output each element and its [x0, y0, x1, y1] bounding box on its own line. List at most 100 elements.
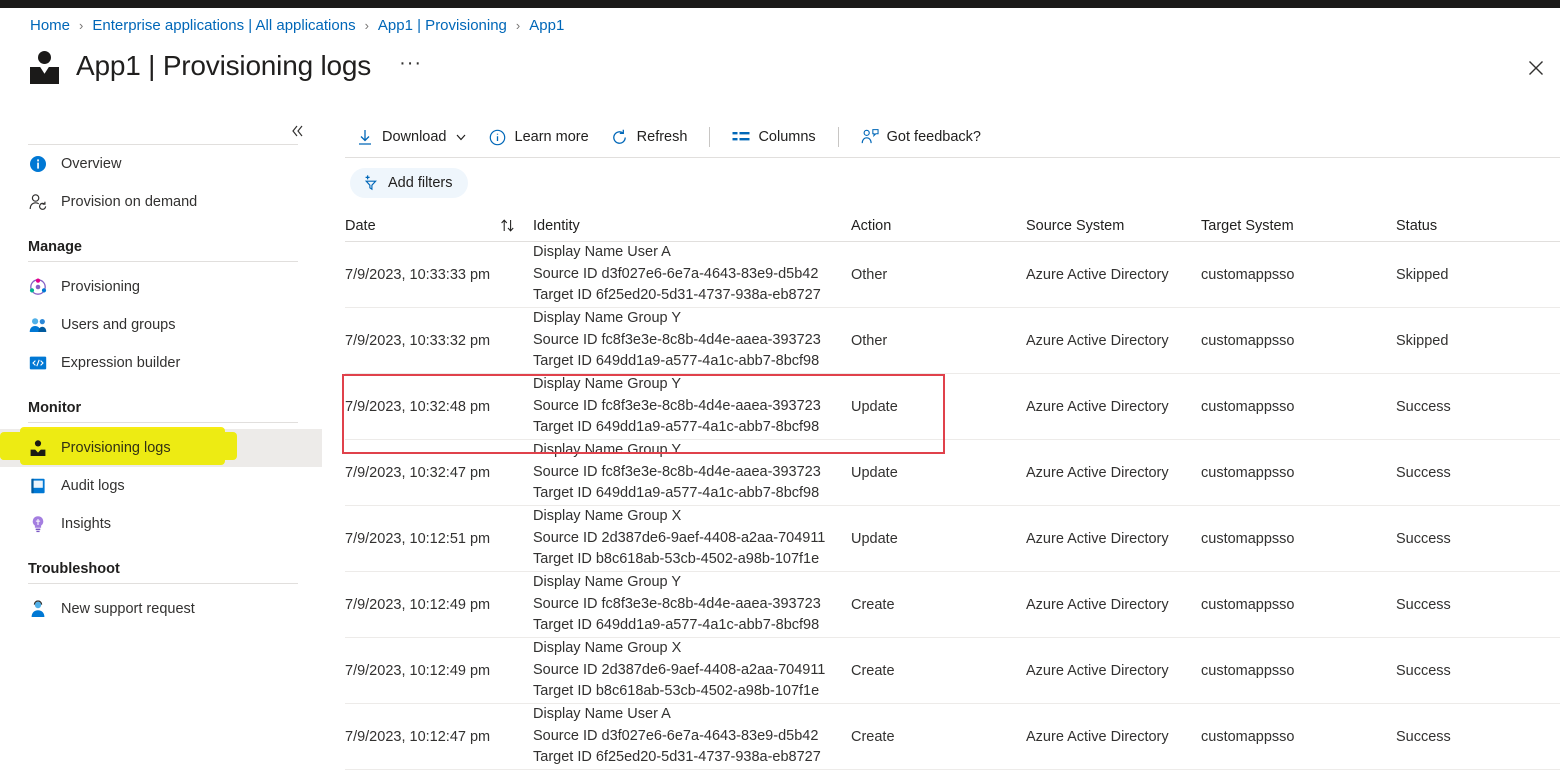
cell-source-system: Azure Active Directory	[1026, 332, 1169, 349]
table-row[interactable]: 7/9/2023, 10:12:49 pm Display Name Group …	[345, 572, 1560, 638]
column-header-label: Date	[345, 217, 376, 234]
cell-identity: Display Name Group X Source ID 2d387de6-9…	[533, 638, 851, 703]
collapse-sidebar-icon[interactable]	[286, 120, 308, 142]
download-icon	[356, 128, 374, 146]
got-feedback-button[interactable]: Got feedback?	[850, 120, 992, 154]
identity-display-name: Display Name Group X	[533, 508, 682, 525]
cell-action: Other	[851, 266, 888, 283]
sidebar-group-divider	[28, 261, 298, 262]
sidebar-item-label: New support request	[61, 601, 195, 617]
table-row[interactable]: 7/9/2023, 10:33:32 pm Display Name Group …	[345, 308, 1560, 374]
sidebar-item-label: Provisioning logs	[61, 440, 171, 456]
chevron-down-icon[interactable]	[455, 131, 467, 143]
sidebar-item-audit-logs[interactable]: Audit logs	[0, 467, 322, 505]
cell-identity: Display Name Group Y Source ID fc8f3e3e-8…	[533, 374, 851, 439]
support-request-icon	[28, 600, 47, 619]
identity-display-name: Display Name Group Y	[533, 442, 682, 459]
sidebar-item-provision-on-demand[interactable]: Provision on demand	[0, 183, 322, 221]
identity-target-id: Target ID b8c618ab-53cb-4502-a98b-107f1e	[533, 551, 820, 568]
cell-source-system: Azure Active Directory	[1026, 266, 1169, 283]
sidebar-item-expression-builder[interactable]: Expression builder	[0, 344, 322, 382]
sort-arrows-icon[interactable]	[499, 218, 533, 233]
column-header-status[interactable]: Status	[1396, 218, 1556, 234]
cell-date: 7/9/2023, 10:12:47 pm	[345, 728, 491, 745]
more-options-icon[interactable]: ···	[399, 52, 422, 75]
cell-date: 7/9/2023, 10:33:32 pm	[345, 332, 491, 349]
identity-target-id: Target ID 649dd1a9-a577-4a1c-abb7-8bcf98	[533, 485, 820, 502]
sidebar-item-label: Users and groups	[61, 317, 176, 333]
provisioning-logs-icon	[28, 439, 47, 458]
column-header-date[interactable]: Date	[345, 218, 533, 234]
cell-identity: Display Name User A Source ID d3f027e6-6e…	[533, 704, 851, 769]
cell-date: 7/9/2023, 10:33:33 pm	[345, 266, 491, 283]
enterprise-app-icon	[28, 46, 62, 86]
toolbar: Download Learn more Refresh Columns Got …	[345, 120, 992, 154]
sidebar-item-label: Expression builder	[61, 355, 181, 371]
column-header-source-system[interactable]: Source System	[1026, 218, 1201, 234]
learn-more-button[interactable]: Learn more	[478, 120, 600, 154]
breadcrumb-item-3[interactable]: App1 | Provisioning	[378, 16, 507, 36]
sidebar-group-manage: Manage	[28, 239, 82, 255]
add-filter-icon	[362, 174, 380, 192]
column-header-action[interactable]: Action	[851, 218, 1026, 234]
insights-icon	[28, 515, 47, 534]
sidebar-item-new-support-request[interactable]: New support request	[0, 590, 322, 628]
cell-status: Success	[1396, 530, 1451, 547]
table-row[interactable]: 7/9/2023, 10:12:47 pm Display Name User A…	[345, 704, 1560, 770]
download-label: Download	[382, 129, 447, 145]
sidebar-group-divider	[28, 422, 298, 423]
page-title-row: App1 | Provisioning logs ···	[28, 46, 422, 86]
table-row[interactable]: 7/9/2023, 10:12:49 pm Display Name Group …	[345, 638, 1560, 704]
identity-display-name: Display Name Group Y	[533, 376, 682, 393]
column-header-label: Status	[1396, 217, 1438, 234]
cell-source-system: Azure Active Directory	[1026, 662, 1169, 679]
sidebar-item-provisioning[interactable]: Provisioning	[0, 268, 322, 306]
table-row[interactable]: 7/9/2023, 10:12:51 pm Display Name Group …	[345, 506, 1560, 572]
info-icon	[28, 155, 47, 174]
sidebar-item-label: Insights	[61, 516, 111, 532]
column-header-target-system[interactable]: Target System	[1201, 218, 1396, 234]
refresh-button[interactable]: Refresh	[600, 120, 699, 154]
provision-on-demand-icon	[28, 193, 47, 212]
users-groups-icon	[28, 316, 47, 335]
cell-source-system: Azure Active Directory	[1026, 530, 1169, 547]
sidebar-item-label: Provisioning	[61, 279, 140, 295]
cell-action: Create	[851, 596, 895, 613]
sidebar-group-monitor: Monitor	[28, 400, 82, 416]
sidebar-group-divider	[28, 583, 298, 584]
close-icon[interactable]	[1520, 52, 1552, 84]
download-button[interactable]: Download	[345, 120, 478, 154]
identity-source-id: Source ID fc8f3e3e-8c8b-4d4e-aaea-393723	[533, 397, 821, 414]
table-row[interactable]: 7/9/2023, 10:32:48 pm Display Name Group …	[345, 374, 1560, 440]
provisioning-logs-table: Date Identity Action Source System Target Sy…	[345, 210, 1560, 770]
cell-target-system: customappsso	[1201, 662, 1295, 679]
breadcrumb-item-1[interactable]: Home	[30, 16, 70, 36]
add-filters-label: Add filters	[388, 175, 453, 191]
columns-button[interactable]: Columns	[721, 120, 826, 154]
breadcrumb-item-2[interactable]: Enterprise applications | All applicatio…	[92, 16, 355, 36]
audit-logs-icon	[28, 477, 47, 496]
identity-source-id: Source ID 2d387de6-9aef-4408-a2aa-704911	[533, 529, 826, 546]
sidebar-item-provisioning-logs[interactable]: Provisioning logs	[0, 429, 322, 467]
breadcrumb-item-4[interactable]: App1	[529, 16, 564, 36]
sidebar-item-users-and-groups[interactable]: Users and groups	[0, 306, 322, 344]
column-header-identity[interactable]: Identity	[533, 218, 851, 234]
add-filters-button[interactable]: Add filters	[350, 168, 469, 198]
cell-action: Update	[851, 398, 898, 415]
toolbar-divider	[345, 157, 1560, 158]
cell-target-system: customappsso	[1201, 266, 1295, 283]
cell-action: Create	[851, 662, 895, 679]
table-row[interactable]: 7/9/2023, 10:33:33 pm Display Name User A…	[345, 242, 1560, 308]
sidebar-item-insights[interactable]: Insights	[0, 505, 322, 543]
breadcrumb-separator: ›	[364, 18, 369, 33]
columns-icon	[732, 128, 750, 146]
page-title: App1 | Provisioning logs	[76, 50, 372, 81]
cell-status: Skipped	[1396, 332, 1449, 349]
table-row[interactable]: 7/9/2023, 10:32:47 pm Display Name Group …	[345, 440, 1560, 506]
sidebar-item-overview[interactable]: Overview	[0, 145, 322, 183]
column-header-label: Source System	[1026, 217, 1125, 234]
identity-source-id: Source ID 2d387de6-9aef-4408-a2aa-704911	[533, 661, 826, 678]
toolbar-separator	[709, 127, 711, 147]
got-feedback-label: Got feedback?	[886, 129, 981, 145]
expression-builder-icon	[28, 354, 47, 373]
